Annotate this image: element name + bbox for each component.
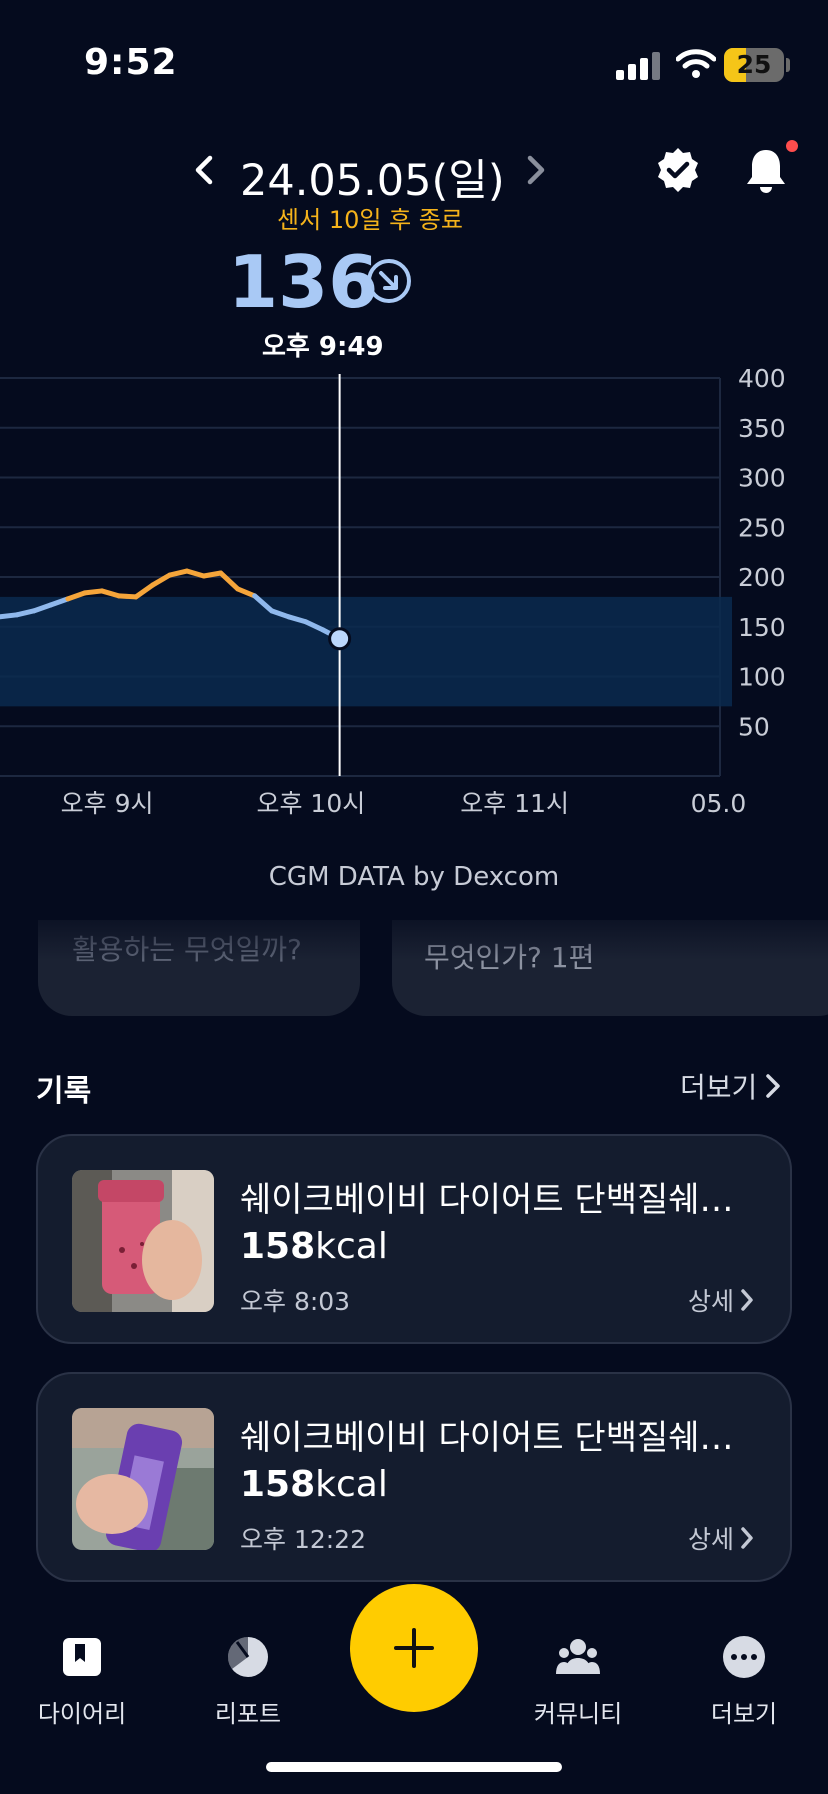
record-detail-link[interactable]: 상세 — [688, 1282, 754, 1318]
x-tick-label: 오후 9시 — [61, 789, 154, 818]
y-tick-label: 250 — [738, 513, 786, 542]
records-more-label: 더보기 — [680, 1071, 758, 1104]
glucose-chart[interactable]: 400 350 300 250 200 150 100 50 오후 9시 오후 10시 오후 11… — [0, 360, 828, 820]
record-detail-link[interactable]: 상세 — [688, 1520, 754, 1556]
trend-arrow-down-right-icon — [367, 259, 411, 303]
sensor-expiry-message: 센서 10일 후 종료 — [277, 206, 463, 234]
add-record-button[interactable] — [350, 1584, 478, 1712]
record-kcal-value: 158 — [240, 1226, 316, 1267]
nav-report[interactable]: 리포트 — [188, 1634, 308, 1729]
glucose-line-segment — [116, 593, 139, 600]
food-photo — [72, 1170, 214, 1312]
previous-date-button[interactable] — [190, 150, 220, 190]
more-dots-icon — [723, 1636, 765, 1678]
notification-bell-icon[interactable] — [740, 144, 792, 196]
battery-level: 25 — [736, 50, 772, 79]
records-more-link[interactable]: 더보기 — [680, 1066, 781, 1106]
wifi-icon — [676, 49, 716, 78]
status-time: 9:52 — [84, 42, 178, 83]
chart-grid — [0, 377, 721, 777]
glucose-line-segment — [99, 588, 122, 599]
current-reading-point — [328, 627, 352, 651]
record-card[interactable]: 쉐이크베이비 다이어트 단백질쉐… 158kcal 오후 12:22 상세 — [36, 1372, 792, 1582]
x-axis-ticks: 오후 9시 오후 10시 오후 11시 05.0 — [61, 789, 747, 818]
scroll-fade — [0, 900, 828, 960]
y-axis-ticks: 400 350 300 250 200 150 100 50 — [738, 364, 786, 741]
y-tick-label: 350 — [738, 414, 786, 443]
record-detail-label: 상세 — [688, 1287, 735, 1316]
x-tick-label: 오후 11시 — [460, 789, 569, 818]
records-section-title: 기록 — [36, 1074, 92, 1109]
record-name: 쉐이크베이비 다이어트 단백질쉐… — [240, 1180, 734, 1220]
chevron-right-icon — [741, 1527, 753, 1549]
x-tick-label: 오후 10시 — [256, 789, 365, 818]
record-detail-label: 상세 — [688, 1525, 735, 1554]
y-tick-label: 200 — [738, 563, 786, 592]
glucose-line-segment — [167, 568, 190, 578]
plus-icon — [394, 1628, 434, 1668]
record-calories: 158kcal — [240, 1464, 388, 1505]
battery-icon: 25 — [724, 48, 784, 82]
next-date-button[interactable] — [520, 150, 550, 190]
record-kcal-unit: kcal — [315, 1226, 388, 1267]
glucose-reading-time: 오후 9:49 — [262, 332, 384, 362]
glucose-line-segment — [133, 582, 156, 600]
glucose-line-segment — [218, 570, 241, 592]
date-title: 24.05.05(일) — [240, 156, 505, 206]
notification-dot — [786, 140, 798, 152]
nav-diary-label: 다이어리 — [37, 1700, 127, 1728]
y-tick-label: 300 — [738, 464, 786, 493]
cellular-signal-icon — [616, 52, 662, 80]
glucose-line-segment — [235, 586, 258, 599]
record-kcal-value: 158 — [240, 1464, 316, 1505]
nav-report-label: 리포트 — [214, 1700, 282, 1728]
x-tick-label: 05.0 — [691, 789, 747, 818]
record-time: 오후 8:03 — [240, 1287, 351, 1316]
record-calories: 158kcal — [240, 1226, 388, 1267]
y-tick-label: 50 — [738, 712, 770, 741]
y-tick-label: 150 — [738, 613, 786, 642]
chevron-right-icon — [741, 1289, 753, 1311]
nav-more[interactable]: 더보기 — [684, 1634, 804, 1729]
home-indicator — [266, 1762, 562, 1772]
battery-tip — [786, 58, 790, 72]
glucose-value: 136 — [228, 240, 379, 324]
target-range-band — [0, 596, 732, 707]
nav-community-label: 커뮤니티 — [533, 1700, 623, 1728]
diary-book-icon — [63, 1638, 101, 1676]
y-tick-label: 100 — [738, 663, 786, 692]
nav-community[interactable]: 커뮤니티 — [518, 1634, 638, 1729]
report-pie-icon — [228, 1637, 268, 1677]
y-tick-label: 400 — [738, 364, 786, 393]
record-kcal-unit: kcal — [315, 1464, 388, 1505]
nav-diary[interactable]: 다이어리 — [22, 1634, 142, 1729]
glucose-line-segment — [184, 568, 207, 579]
glucose-line-segment — [82, 588, 105, 596]
record-card[interactable]: 쉐이크베이비 다이어트 단백질쉐… 158kcal 오후 8:03 상세 — [36, 1134, 792, 1344]
nav-more-label: 더보기 — [710, 1700, 778, 1728]
record-name: 쉐이크베이비 다이어트 단백질쉐… — [240, 1418, 734, 1458]
food-photo — [72, 1408, 214, 1550]
chevron-right-icon — [766, 1074, 781, 1098]
record-time: 오후 12:22 — [240, 1525, 366, 1554]
cgm-data-credit: CGM DATA by Dexcom — [268, 862, 560, 892]
verified-badge-icon[interactable] — [654, 146, 702, 194]
glucose-line-segment — [201, 570, 224, 579]
glucose-line-segment — [0, 612, 20, 620]
community-people-icon — [556, 1639, 600, 1674]
